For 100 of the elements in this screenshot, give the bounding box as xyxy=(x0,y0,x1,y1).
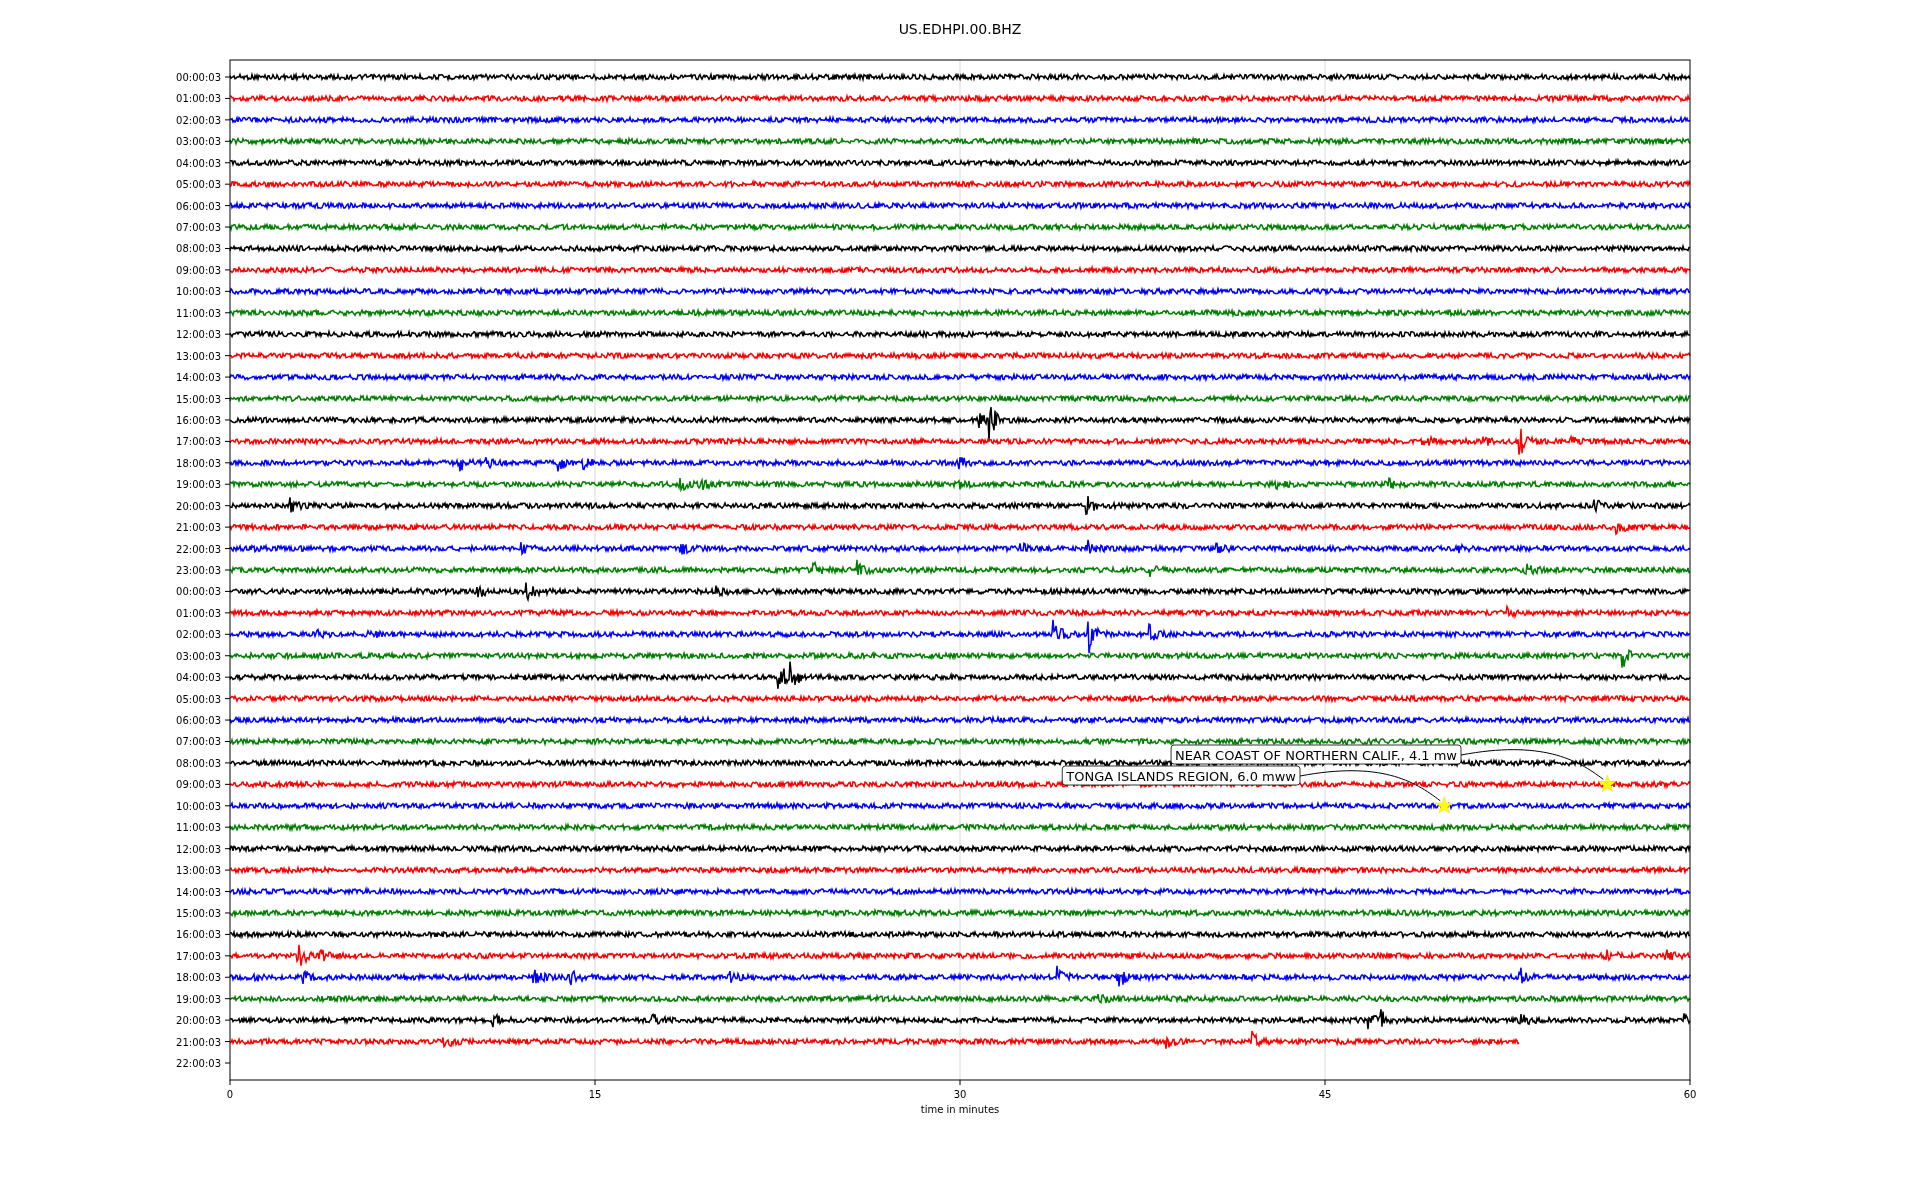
star-icon xyxy=(1435,796,1454,814)
tick-label: 30 xyxy=(953,1089,967,1100)
row-label: 16:00:03 xyxy=(176,929,221,941)
tick-mark xyxy=(594,1079,596,1086)
tick-mark xyxy=(224,483,231,485)
tick-mark xyxy=(224,569,231,571)
tick-mark xyxy=(224,912,231,914)
tick-label: 45 xyxy=(1318,1089,1332,1100)
tick-mark xyxy=(224,548,231,550)
row-label: 10:00:03 xyxy=(176,800,221,812)
tick-mark xyxy=(224,590,231,592)
tick-label: 0 xyxy=(226,1089,234,1100)
tick-label: 15 xyxy=(588,1089,602,1100)
tick-mark xyxy=(224,826,231,828)
tick-mark xyxy=(224,805,231,807)
row-label: 04:00:03 xyxy=(176,672,221,684)
tick-mark xyxy=(224,655,231,657)
tick-mark xyxy=(224,290,231,292)
row-label: 03:00:03 xyxy=(176,136,221,148)
tick-mark xyxy=(229,1079,231,1086)
row-label: 18:00:03 xyxy=(176,457,221,469)
tick-mark xyxy=(1324,1079,1326,1086)
row-label: 12:00:03 xyxy=(176,329,221,341)
row-label: 02:00:03 xyxy=(176,629,221,641)
tick-mark xyxy=(224,119,231,121)
tick-mark xyxy=(1689,1079,1691,1086)
row-label: 00:00:03 xyxy=(176,72,221,83)
row-label: 05:00:03 xyxy=(176,179,221,191)
row-label: 07:00:03 xyxy=(176,222,221,234)
tick-mark xyxy=(224,1019,231,1021)
tick-mark xyxy=(224,998,231,1000)
tick-mark xyxy=(224,719,231,721)
tick-mark xyxy=(224,848,231,850)
row-label: 14:00:03 xyxy=(176,372,221,384)
row-label: 12:00:03 xyxy=(176,843,221,855)
row-label: 06:00:03 xyxy=(176,200,221,212)
tick-mark xyxy=(224,226,231,228)
tick-mark xyxy=(224,355,231,357)
row-label: 10:00:03 xyxy=(176,286,221,298)
tick-mark xyxy=(224,933,231,935)
row-label: 09:00:03 xyxy=(176,779,221,791)
star-icon xyxy=(1598,775,1617,792)
tick-mark xyxy=(224,762,231,764)
row-label: 03:00:03 xyxy=(176,650,221,662)
row-label: 21:00:03 xyxy=(176,522,221,534)
tick-mark xyxy=(224,398,231,399)
row-label: 11:00:03 xyxy=(176,307,221,319)
tick-mark xyxy=(224,1062,231,1064)
row-label: 20:00:03 xyxy=(176,1015,221,1027)
row-label: 19:00:03 xyxy=(176,479,221,491)
row-label: 16:00:03 xyxy=(176,414,221,426)
tick-mark xyxy=(224,505,231,507)
row-label: 05:00:03 xyxy=(176,693,221,705)
row-label: 13:00:03 xyxy=(176,865,221,877)
tick-mark xyxy=(224,76,231,78)
row-label: 21:00:03 xyxy=(176,1036,221,1048)
tick-mark xyxy=(224,419,231,421)
row-label: 02:00:03 xyxy=(176,114,221,126)
tick-mark xyxy=(224,248,231,249)
tick-mark xyxy=(224,633,231,635)
row-label: 00:00:03 xyxy=(176,586,221,598)
tick-mark xyxy=(224,140,231,142)
row-label: 09:00:03 xyxy=(176,264,221,276)
tick-label: 60 xyxy=(1683,1089,1697,1100)
tick-mark xyxy=(224,612,231,614)
annotation-label: TONGA ISLANDS REGION, 6.0 mww xyxy=(1061,765,1301,786)
row-label: 06:00:03 xyxy=(176,715,221,727)
tick-mark xyxy=(959,1079,961,1086)
row-label: 01:00:03 xyxy=(176,607,221,619)
tick-mark xyxy=(224,162,231,164)
axis-label: time in minutes xyxy=(920,1104,1000,1115)
tick-mark xyxy=(224,1041,231,1043)
row-label: 08:00:03 xyxy=(176,757,221,769)
tick-mark xyxy=(224,741,231,742)
row-label: 18:00:03 xyxy=(176,972,221,984)
tick-mark xyxy=(224,376,231,378)
chart-title: US.EDHPI.00.BHZ xyxy=(898,21,1022,37)
row-label: 11:00:03 xyxy=(176,822,221,834)
row-label: 23:00:03 xyxy=(176,565,221,576)
tick-mark xyxy=(224,205,231,207)
tick-mark xyxy=(224,440,231,442)
row-label: 15:00:03 xyxy=(176,393,221,405)
tick-mark xyxy=(224,783,231,785)
annotation-label: NEAR COAST OF NORTHERN CALIF., 4.1 mw xyxy=(1170,744,1462,765)
row-label: 19:00:03 xyxy=(176,993,221,1005)
tick-mark xyxy=(224,526,231,528)
row-label: 04:00:03 xyxy=(176,157,221,169)
tick-mark xyxy=(224,891,231,892)
tick-mark xyxy=(224,976,231,978)
tick-mark xyxy=(224,955,231,957)
row-label: 22:00:03 xyxy=(176,1058,221,1069)
tick-mark xyxy=(224,676,231,678)
row-label: 17:00:03 xyxy=(176,950,221,962)
row-label: 14:00:03 xyxy=(176,886,221,898)
tick-mark xyxy=(224,183,231,185)
row-label: 01:00:03 xyxy=(176,93,221,105)
tick-mark xyxy=(224,333,231,335)
row-label: 13:00:03 xyxy=(176,350,221,362)
row-label: 17:00:03 xyxy=(176,436,221,448)
row-label: 20:00:03 xyxy=(176,500,221,512)
